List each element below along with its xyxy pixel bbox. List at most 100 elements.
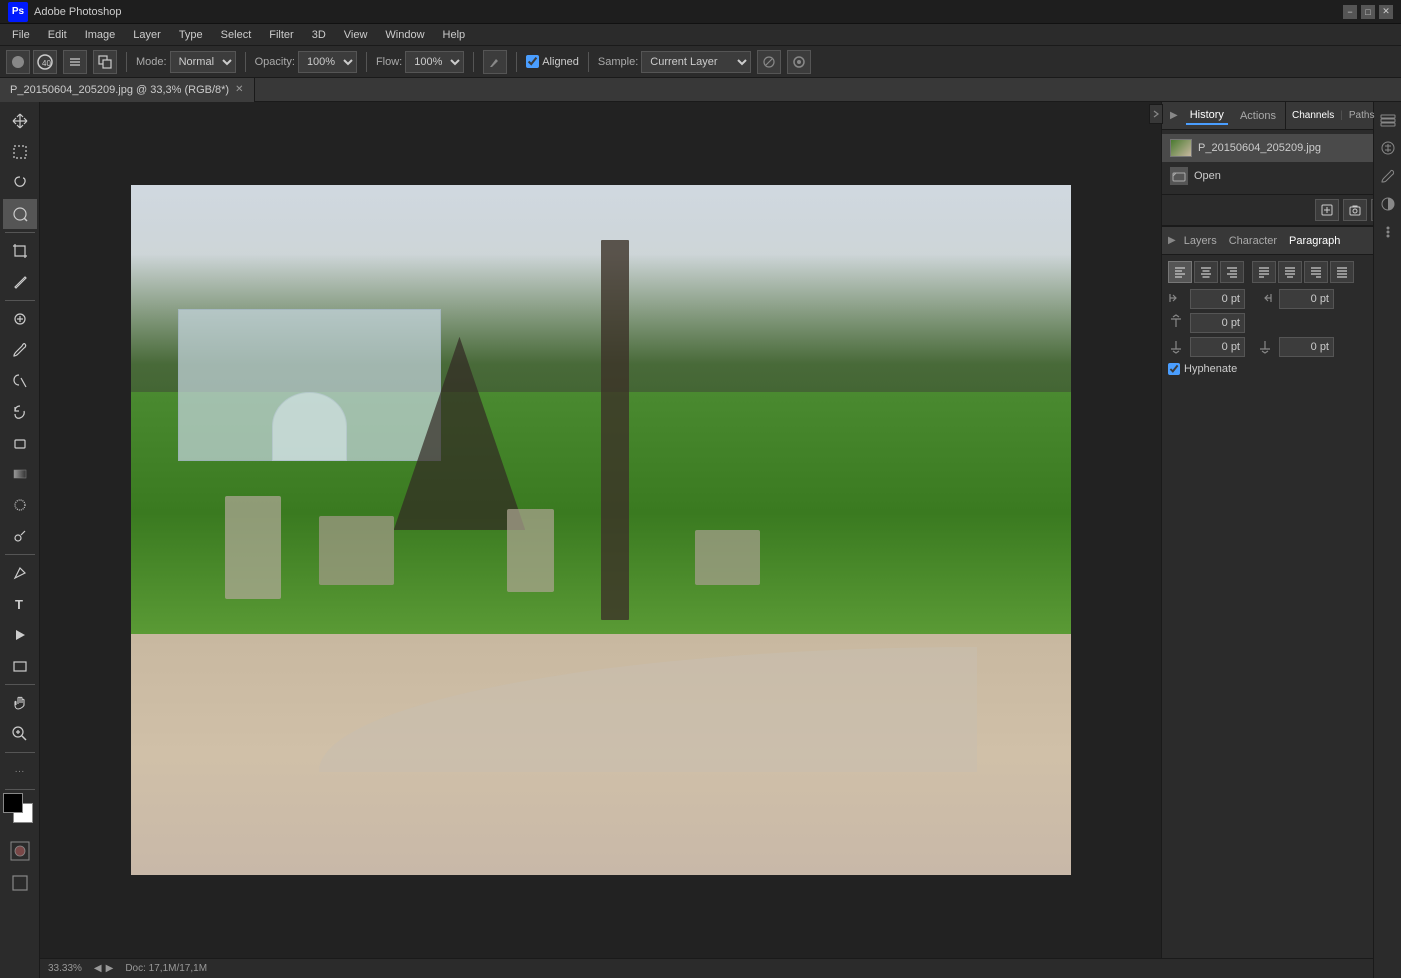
history-item-open-label: Open [1194, 170, 1221, 182]
indent-left-input[interactable]: 0 pt [1190, 289, 1245, 309]
clone-options-btn[interactable] [93, 50, 117, 74]
gradient-tool[interactable] [3, 459, 37, 489]
quick-select-tool[interactable] [3, 199, 37, 229]
menu-help[interactable]: Help [435, 27, 474, 43]
sample-select[interactable]: Current Layer [641, 51, 751, 73]
right-icon-extra-btn[interactable] [1376, 220, 1400, 244]
right-icon-adjustments-btn[interactable] [1376, 136, 1400, 160]
panels-expand-btn[interactable] [1149, 104, 1163, 124]
indent-right-icon [1257, 290, 1275, 309]
actions-tab[interactable]: Actions [1236, 108, 1280, 124]
menu-file[interactable]: File [4, 27, 38, 43]
maximize-button[interactable]: □ [1361, 5, 1375, 19]
mode-select[interactable]: Normal [170, 51, 236, 73]
path-select-tool[interactable] [3, 620, 37, 650]
airbrush-btn[interactable] [483, 50, 507, 74]
menu-3d[interactable]: 3D [304, 27, 334, 43]
blur-tool[interactable] [3, 490, 37, 520]
history-item-file[interactable]: P_20150604_205209.jpg [1162, 134, 1401, 162]
history-list: P_20150604_205209.jpg Open [1162, 130, 1401, 194]
sample-ring-btn[interactable] [787, 50, 811, 74]
menu-type[interactable]: Type [171, 27, 211, 43]
svg-text:40: 40 [42, 59, 51, 68]
extra-tools-btn[interactable]: ··· [3, 756, 37, 786]
right-icon-layers-btn[interactable] [1376, 108, 1400, 132]
menu-view[interactable]: View [336, 27, 376, 43]
heal-tool[interactable] [3, 304, 37, 334]
history-thumb-file [1170, 139, 1192, 157]
brush-options-btn[interactable] [63, 50, 87, 74]
paths-tab[interactable]: Paths [1349, 110, 1375, 121]
screen-mode-btn[interactable] [3, 868, 37, 898]
pen-tool[interactable] [3, 558, 37, 588]
justify-left-btn[interactable] [1252, 261, 1276, 283]
space-after-input[interactable]: 0 pt [1190, 337, 1245, 357]
align-left-btn[interactable] [1168, 261, 1192, 283]
opacity-label: Opacity: [255, 56, 295, 68]
character-tab[interactable]: Character [1225, 233, 1281, 249]
move-tool[interactable] [3, 106, 37, 136]
menu-layer[interactable]: Layer [125, 27, 169, 43]
right-icon-brush-btn[interactable] [1376, 164, 1400, 188]
align-sep [1246, 261, 1250, 283]
brush-size-btn[interactable]: 40 [33, 50, 57, 74]
panel-action-camera[interactable] [1343, 199, 1367, 221]
ignore-adjustments-btn[interactable] [757, 50, 781, 74]
history-item-open[interactable]: Open [1162, 162, 1401, 190]
history-brush-tool[interactable] [3, 397, 37, 427]
menu-window[interactable]: Window [377, 27, 432, 43]
justify-right-btn[interactable] [1304, 261, 1328, 283]
dodge-tool[interactable] [3, 521, 37, 551]
text-tool[interactable]: T [3, 589, 37, 619]
tab-close-btn[interactable]: ✕ [235, 84, 243, 95]
close-button[interactable]: ✕ [1379, 5, 1393, 19]
shape-tool[interactable] [3, 651, 37, 681]
space-before-input[interactable]: 0 pt [1190, 313, 1245, 333]
indent-right-input[interactable]: 0 pt [1279, 289, 1334, 309]
align-right-btn[interactable] [1220, 261, 1244, 283]
marquee-tool[interactable] [3, 137, 37, 167]
align-center-btn[interactable] [1194, 261, 1218, 283]
clone-stamp-tool[interactable] [3, 366, 37, 396]
menu-edit[interactable]: Edit [40, 27, 75, 43]
layers-tab[interactable]: Layers [1180, 233, 1221, 249]
title-bar-controls[interactable]: − □ ✕ [1343, 5, 1393, 19]
tool-separator-5 [5, 752, 35, 753]
panel-action-create[interactable] [1315, 199, 1339, 221]
crop-tool[interactable] [3, 236, 37, 266]
brush-tool[interactable] [3, 335, 37, 365]
foreground-color[interactable] [3, 793, 23, 813]
menu-select[interactable]: Select [213, 27, 260, 43]
space-after-right-input[interactable] [1279, 337, 1334, 357]
justify-all-btn[interactable] [1330, 261, 1354, 283]
channels-tab[interactable]: Channels [1292, 110, 1334, 121]
layers-panel-expand[interactable]: ▶ [1168, 235, 1176, 246]
next-arrow[interactable]: ▶ [106, 963, 114, 974]
tool-separator-1 [5, 232, 35, 233]
aligned-checkbox[interactable] [526, 55, 539, 68]
zoom-tool[interactable] [3, 719, 37, 749]
opacity-select[interactable]: 100% [298, 51, 357, 73]
color-picker[interactable] [3, 793, 37, 827]
menu-image[interactable]: Image [77, 27, 124, 43]
eyedropper-tool[interactable] [3, 267, 37, 297]
quick-mask-btn[interactable] [3, 836, 37, 866]
document-tab[interactable]: P_20150604_205209.jpg @ 33,3% (RGB/8*) ✕ [0, 78, 255, 102]
prev-arrow[interactable]: ◀ [94, 963, 102, 974]
tool-preset-btn[interactable] [6, 50, 30, 74]
history-tab[interactable]: History [1186, 107, 1228, 125]
paragraph-tab[interactable]: Paragraph [1285, 233, 1344, 249]
tool-presets: 40 [6, 50, 57, 74]
minimize-button[interactable]: − [1343, 5, 1357, 19]
canvas-image[interactable] [131, 185, 1071, 875]
flow-select[interactable]: 100% [405, 51, 464, 73]
separator6 [588, 52, 589, 72]
lasso-tool[interactable] [3, 168, 37, 198]
history-panel-expand[interactable]: ▶ [1170, 110, 1178, 121]
hyphenate-checkbox[interactable] [1168, 363, 1180, 375]
eraser-tool[interactable] [3, 428, 37, 458]
menu-filter[interactable]: Filter [261, 27, 301, 43]
justify-center-btn[interactable] [1278, 261, 1302, 283]
right-icon-colors-btn[interactable] [1376, 192, 1400, 216]
hand-tool[interactable] [3, 688, 37, 718]
